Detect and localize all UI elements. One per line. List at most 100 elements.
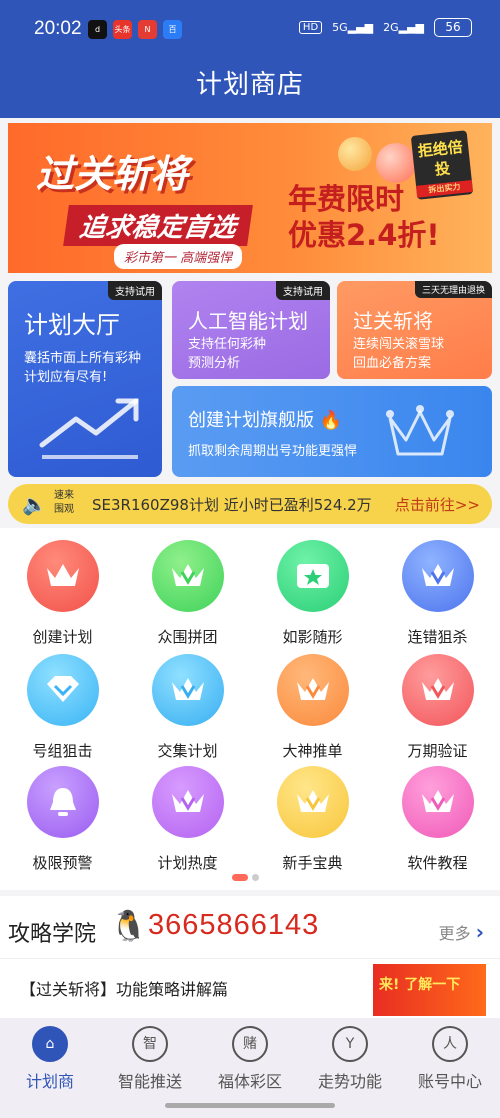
notice-tag-line1: 速来 [54, 490, 74, 501]
stamp-text: 拒绝倍投 [416, 137, 464, 179]
crown-v-icon [151, 654, 224, 726]
crown-icon [26, 540, 99, 612]
banner-headline: 过关斩将 [36, 152, 189, 196]
trial-badge: 支持试用 [276, 281, 330, 300]
crown-v-icon [401, 766, 474, 838]
card-desc-1: 支持任何彩种 [188, 337, 267, 352]
banner-stamp: 拒绝倍投 拆出实力 [410, 130, 474, 200]
notice-link[interactable]: 点击前往>> [395, 494, 480, 515]
qq-penguin-icon: 🐧 [110, 909, 148, 944]
grid-item-label: 极限预警 [32, 854, 93, 872]
card-title: 计划大厅 [24, 311, 120, 339]
grid-item[interactable]: 新手宝典 [250, 766, 375, 873]
card-title: 创建计划旗舰版 🔥 [188, 406, 342, 432]
top-bar: 20:02 d 头条 N 百 HD 5G▂▄▆ 2G▂▄▆ 56 计划商店 [0, 0, 500, 118]
page-dot-active [232, 874, 248, 881]
notice-tag-line2: 围观 [54, 504, 74, 515]
speaker-icon: 🔈 [22, 492, 47, 516]
section-title: 攻略学院 [8, 922, 97, 947]
card-desc-2: 回血必备方案 [353, 356, 432, 371]
baidu-icon: 百 [163, 20, 182, 39]
page-indicator [232, 874, 259, 881]
profit-notice-bar[interactable]: 🔈 速来 围观 SE3R160Z98计划 近小时已盈利524.2万 点击前往>> [8, 484, 492, 524]
grid-item-label: 计划热度 [157, 854, 218, 872]
card-create-flagship[interactable]: 创建计划旗舰版 🔥 抓取剩余周期出号功能更强悍 [172, 386, 492, 477]
grid-item-label: 交集计划 [157, 742, 218, 760]
tab-label: 账号中心 [417, 1072, 482, 1091]
signal-5g-label: 5G [332, 21, 348, 34]
card-pass-levels[interactable]: 三天无理由退换 过关斩将 连续闯关滚雪球 回血必备方案 [337, 281, 492, 379]
status-time: 20:02 [34, 18, 82, 39]
tab-label: 智能推送 [117, 1072, 182, 1091]
tab-label: 福体彩区 [217, 1072, 282, 1091]
grid-item-label: 大神推单 [282, 742, 343, 760]
tab-smart-push[interactable]: 智智能推送 [100, 1026, 200, 1092]
card-title: 过关斩将 [353, 309, 433, 333]
tab-trend[interactable]: Y 走势功能 [300, 1026, 400, 1092]
ticket-icon [276, 540, 349, 612]
refund-badge: 三天无理由退换 [414, 281, 492, 298]
crown-outline-icon [386, 405, 454, 456]
tab-lottery[interactable]: 赌福体彩区 [200, 1026, 300, 1092]
card-title: 人工智能计划 [188, 309, 308, 333]
divider [0, 958, 500, 959]
grid-item[interactable]: 大神推单 [250, 654, 375, 761]
tab-label: 走势功能 [317, 1072, 382, 1091]
trial-badge: 支持试用 [108, 281, 162, 300]
trend-icon: Y [332, 1026, 368, 1062]
grid-item-label: 创建计划 [32, 628, 93, 646]
signal-5g-icon: 5G▂▄▆ [332, 21, 374, 34]
card-plan-hall[interactable]: 支持试用 计划大厅 囊括市面上所有彩种 计划应有尽有! [8, 281, 162, 477]
article-thumbnail[interactable]: 来! 了解一下 [373, 964, 486, 1016]
notice-tag: 速来 围观 [54, 489, 74, 517]
card-desc-1: 囊括市面上所有彩种 [24, 351, 142, 366]
grid-item[interactable]: 软件教程 [375, 766, 500, 873]
tab-label: 计划商 [25, 1072, 74, 1091]
feature-grid: 创建计划 众围拼团 如影随形 连错狙杀号组狙击 交集计划 大神推单 万期验证极限预警 计划热度… [0, 528, 500, 890]
promo-banner[interactable]: 过关斩将 追求稳定首选 彩市第一 高端强悍 年费限时 优惠2.4折! 拒绝倍投 … [8, 123, 492, 273]
bell-icon [26, 766, 99, 838]
crown-v-icon [151, 766, 224, 838]
card-desc-2: 计划应有尽有! [24, 370, 108, 385]
card-title-text: 创建计划旗舰版 [188, 410, 314, 431]
tab-home[interactable]: ⌂ 计划商 [0, 1026, 100, 1092]
coin-icon [338, 137, 372, 171]
grid-item[interactable]: 号组狙击 [0, 654, 125, 761]
crown-v-icon [276, 766, 349, 838]
diamond-icon [26, 654, 99, 726]
grid-item[interactable]: 极限预警 [0, 766, 125, 873]
grid-item[interactable]: 万期验证 [375, 654, 500, 761]
card-ai-plan[interactable]: 支持试用 人工智能计划 支持任何彩种 预测分析 [172, 281, 330, 379]
news-icon: N [138, 20, 157, 39]
grid-item-label: 众围拼团 [157, 628, 218, 646]
fire-icon: 🔥 [319, 410, 343, 431]
status-bar: 20:02 d 头条 N 百 HD 5G▂▄▆ 2G▂▄▆ 56 [0, 0, 500, 58]
notice-text: SE3R160Z98计划 近小时已盈利524.2万 [92, 496, 372, 514]
grid-item[interactable]: 计划热度 [125, 766, 250, 873]
more-link[interactable]: 更多 › [439, 920, 484, 944]
card-desc: 抓取剩余周期出号功能更强悍 [188, 444, 358, 459]
grid-item-label: 万期验证 [407, 742, 468, 760]
grid-item[interactable]: 众围拼团 [125, 540, 250, 647]
status-app-icons: d 头条 N 百 [88, 20, 182, 39]
tab-account[interactable]: 人账号中心 [400, 1026, 500, 1092]
tiktok-icon: d [88, 20, 107, 39]
grid-item-label: 如影随形 [282, 628, 343, 646]
grid-item[interactable]: 连错狙杀 [375, 540, 500, 647]
banner-subheadline: 追求稳定首选 [63, 205, 253, 246]
coin-icon [376, 143, 416, 183]
grid-item-label: 号组狙击 [32, 742, 93, 760]
stamp-small-text: 拆出实力 [416, 179, 473, 198]
toutiao-icon: 头条 [113, 20, 132, 39]
grid-item[interactable]: 创建计划 [0, 540, 125, 647]
chevron-right-icon: › [475, 920, 484, 944]
academy-section: 攻略学院 🐧 3665866143 更多 › 【过关斩将】功能策略讲解篇 来! … [0, 896, 500, 1018]
account-icon: 人 [432, 1026, 468, 1062]
article-title[interactable]: 【过关斩将】功能策略讲解篇 [20, 976, 228, 1000]
status-right: HD 5G▂▄▆ 2G▂▄▆ 56 [298, 18, 472, 37]
grid-item[interactable]: 如影随形 [250, 540, 375, 647]
page-title: 计划商店 [195, 70, 304, 100]
grid-item[interactable]: 交集计划 [125, 654, 250, 761]
signal-2g-label: 2G [383, 21, 399, 34]
smart-push-icon: 智 [132, 1026, 168, 1062]
